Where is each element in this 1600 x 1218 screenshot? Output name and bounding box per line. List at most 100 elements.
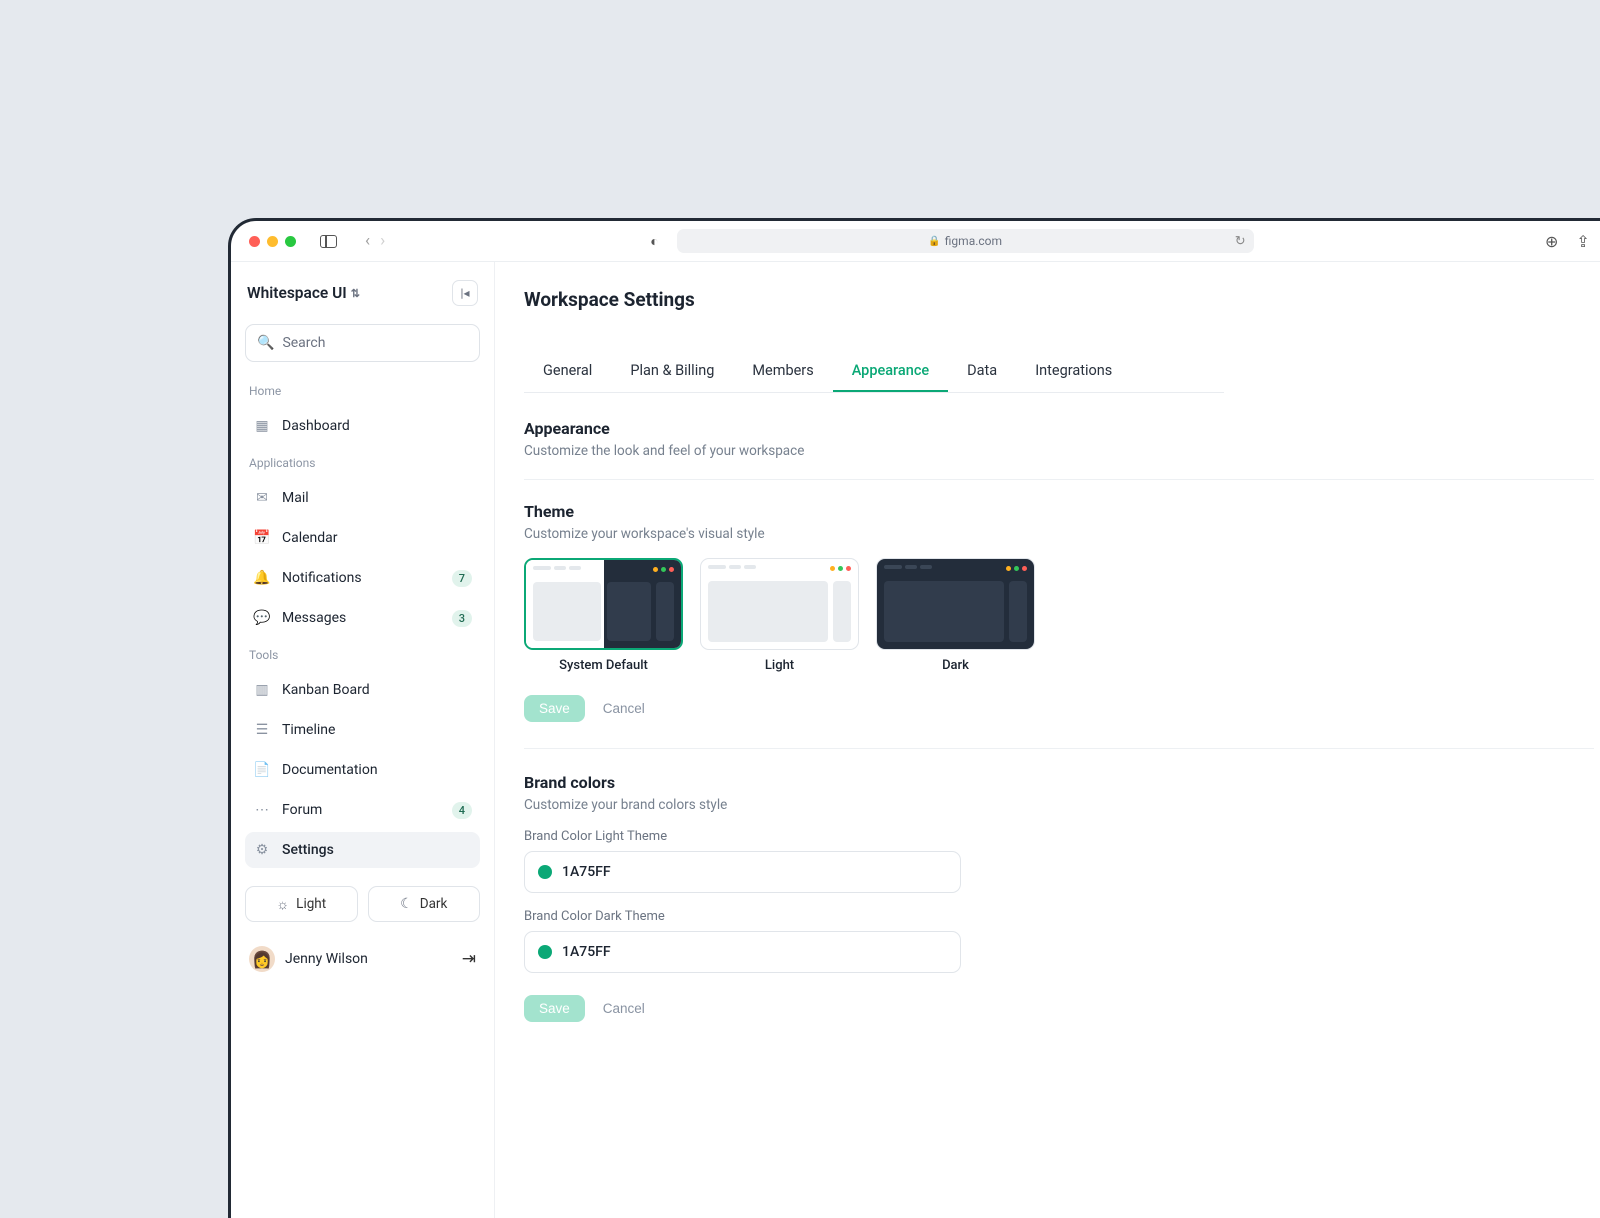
section-tools: Tools: [245, 640, 480, 668]
brand-name: Whitespace UI: [247, 284, 347, 302]
calendar-icon: 📅: [253, 530, 271, 546]
mail-icon: ✉: [253, 490, 271, 506]
minimize-window-icon[interactable]: [267, 236, 278, 247]
messages-icon: 💬: [253, 610, 271, 626]
back-icon[interactable]: ‹: [365, 231, 370, 251]
brand-cancel-button[interactable]: Cancel: [603, 1001, 645, 1016]
bell-icon: 🔔: [253, 570, 271, 586]
badge: 7: [452, 570, 472, 587]
tab-general[interactable]: General: [524, 351, 611, 392]
lock-icon: 🔒: [928, 236, 940, 247]
sidebar-item-mail[interactable]: ✉ Mail: [245, 480, 480, 516]
moon-icon: ☾: [400, 896, 413, 912]
dashboard-icon: ▦: [253, 418, 271, 434]
logout-icon[interactable]: ⇥: [462, 949, 476, 969]
close-window-icon[interactable]: [249, 236, 260, 247]
sidebar-item-settings[interactable]: ⚙ Settings: [245, 832, 480, 868]
maximize-window-icon[interactable]: [285, 236, 296, 247]
light-mode-button[interactable]: ☼ Light: [245, 886, 358, 922]
sidebar-item-documentation[interactable]: 📄 Documentation: [245, 752, 480, 788]
color-swatch: [538, 865, 552, 879]
brand-light-input[interactable]: 1A75FF: [524, 851, 961, 893]
sidebar-item-label: Settings: [282, 842, 334, 858]
sidebar-item-label: Kanban Board: [282, 682, 370, 698]
settings-tabs: General Plan & Billing Members Appearanc…: [524, 351, 1224, 393]
url-bar[interactable]: 🔒 figma.com ↻: [677, 229, 1254, 253]
user-profile[interactable]: 👩 Jenny Wilson ⇥: [245, 942, 480, 976]
refresh-icon[interactable]: ↻: [1235, 234, 1246, 249]
brand-colors-title: Brand colors: [524, 773, 1594, 792]
theme-preview-light: [700, 558, 859, 650]
tab-plan-billing[interactable]: Plan & Billing: [611, 351, 733, 392]
download-icon[interactable]: ⊕: [1545, 232, 1558, 251]
page-title: Workspace Settings: [524, 288, 1594, 311]
collapse-sidebar-button[interactable]: |◂: [452, 280, 478, 306]
sun-icon: ☼: [276, 896, 289, 913]
sidebar-item-dashboard[interactable]: ▦ Dashboard: [245, 408, 480, 444]
sidebar-item-calendar[interactable]: 📅 Calendar: [245, 520, 480, 556]
theme-preview-dark: [876, 558, 1035, 650]
sidebar-item-label: Messages: [282, 610, 346, 626]
theme-options: System Default Light D: [524, 558, 1594, 673]
sidebar-item-messages[interactable]: 💬 Messages 3: [245, 600, 480, 636]
brand-dark-input[interactable]: 1A75FF: [524, 931, 961, 973]
brand-dark-label: Brand Color Dark Theme: [524, 909, 1594, 924]
brand-switcher[interactable]: Whitespace UI ⇅: [247, 284, 360, 302]
forum-icon: ⋯: [253, 802, 271, 818]
sidebar-item-kanban[interactable]: ▥ Kanban Board: [245, 672, 480, 708]
divider: [524, 479, 1594, 480]
tab-members[interactable]: Members: [733, 351, 832, 392]
color-value: 1A75FF: [562, 864, 611, 880]
theme-option-label: Light: [700, 658, 859, 673]
tab-data[interactable]: Data: [948, 351, 1016, 392]
forward-icon[interactable]: ›: [380, 231, 385, 251]
appearance-title: Appearance: [524, 419, 1594, 438]
color-value: 1A75FF: [562, 944, 611, 960]
sidebar-item-timeline[interactable]: ☰ Timeline: [245, 712, 480, 748]
theme-option-system[interactable]: System Default: [524, 558, 683, 673]
collapse-icon: |◂: [461, 286, 470, 300]
traffic-lights[interactable]: [249, 236, 296, 247]
sidebar-item-notifications[interactable]: 🔔 Notifications 7: [245, 560, 480, 596]
theme-option-light[interactable]: Light: [700, 558, 859, 673]
sidebar-item-label: Forum: [282, 802, 322, 818]
sidebar-icon[interactable]: [320, 235, 337, 248]
appearance-subtitle: Customize the look and feel of your work…: [524, 443, 1594, 459]
timeline-icon: ☰: [253, 722, 271, 738]
section-applications: Applications: [245, 448, 480, 476]
search-input[interactable]: 🔍 Search: [245, 324, 480, 362]
brand-colors-subtitle: Customize your brand colors style: [524, 797, 1594, 813]
sidebar-item-forum[interactable]: ⋯ Forum 4: [245, 792, 480, 828]
theme-cancel-button[interactable]: Cancel: [603, 701, 645, 716]
section-home: Home: [245, 376, 480, 404]
theme-preview-system: [524, 558, 683, 650]
chevron-updown-icon: ⇅: [351, 287, 360, 300]
tab-integrations[interactable]: Integrations: [1016, 351, 1131, 392]
brand-light-label: Brand Color Light Theme: [524, 829, 1594, 844]
theme-subtitle: Customize your workspace's visual style: [524, 526, 1594, 542]
browser-toolbar: ‹ › ◐ 🔒 figma.com ↻ ⊕ ⇪ ·: [231, 221, 1600, 262]
gear-icon: ⚙: [253, 842, 271, 858]
sidebar-item-label: Timeline: [282, 722, 335, 738]
user-name: Jenny Wilson: [285, 951, 368, 967]
browser-window: ‹ › ◐ 🔒 figma.com ↻ ⊕ ⇪ · Whitespace UI …: [228, 218, 1600, 1218]
sidebar-item-label: Notifications: [282, 570, 362, 586]
color-swatch: [538, 945, 552, 959]
search-icon: 🔍: [257, 335, 274, 351]
document-icon: 📄: [253, 762, 271, 778]
dark-mode-button[interactable]: ☾ Dark: [368, 886, 481, 922]
badge: 3: [452, 610, 472, 627]
theme-option-label: Dark: [876, 658, 1035, 673]
tab-appearance[interactable]: Appearance: [833, 351, 948, 392]
divider: [524, 748, 1594, 749]
avatar: 👩: [249, 946, 275, 972]
url-host: figma.com: [945, 234, 1002, 248]
search-placeholder: Search: [282, 335, 325, 351]
privacy-shield-icon[interactable]: ◐: [650, 233, 658, 250]
theme-option-dark[interactable]: Dark: [876, 558, 1035, 673]
share-icon[interactable]: ⇪: [1576, 232, 1589, 251]
theme-save-button[interactable]: Save: [524, 695, 585, 722]
sidebar-theme-toggle: ☼ Light ☾ Dark: [245, 886, 480, 922]
sidebar-item-label: Documentation: [282, 762, 378, 778]
brand-save-button[interactable]: Save: [524, 995, 585, 1022]
